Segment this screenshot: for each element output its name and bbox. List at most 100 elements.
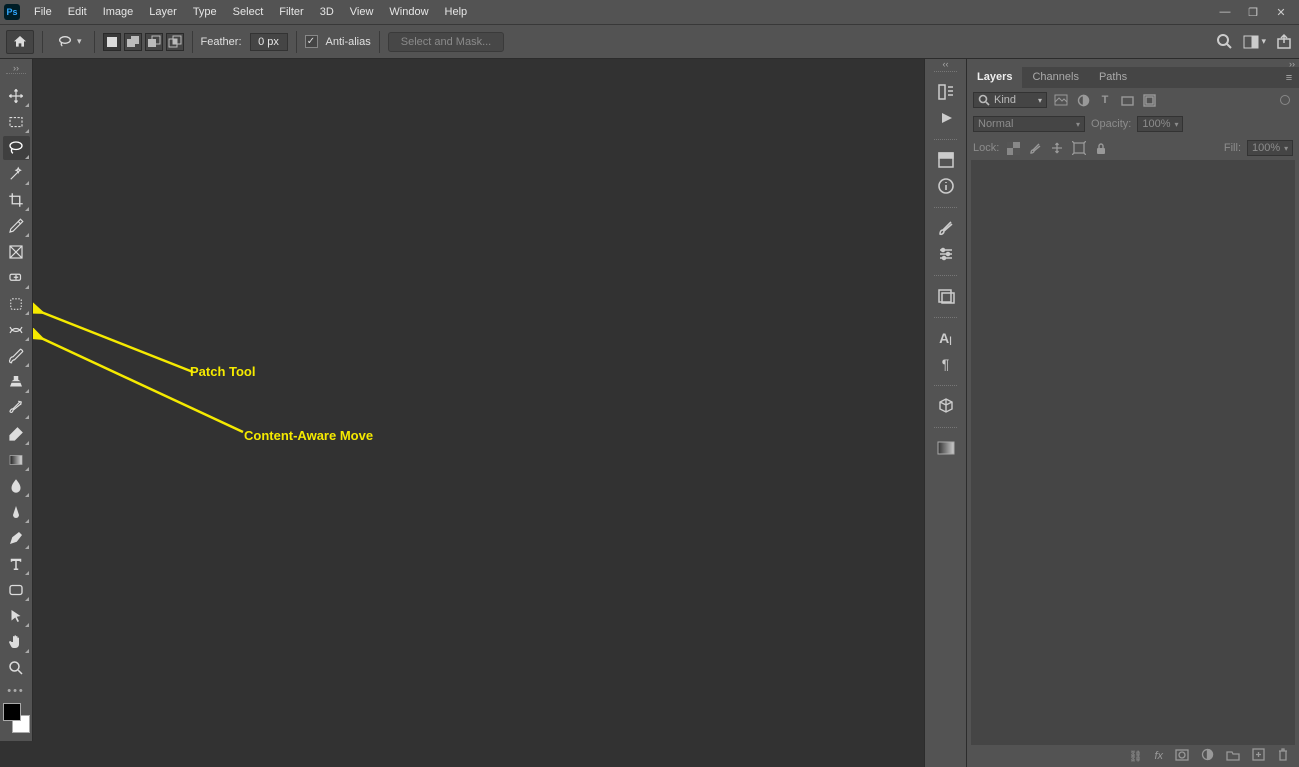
collapsed-panels-column: ‹‹ A| ¶: [924, 59, 967, 767]
shape-tool[interactable]: [3, 578, 30, 602]
history-panel-icon[interactable]: [928, 79, 964, 105]
menu-layer[interactable]: Layer: [141, 6, 185, 18]
add-selection-button[interactable]: [124, 33, 142, 51]
menu-edit[interactable]: Edit: [60, 6, 95, 18]
dock-collapse-right[interactable]: ››: [967, 59, 1299, 67]
info-panel-icon[interactable]: [928, 173, 964, 199]
home-button[interactable]: [6, 30, 34, 54]
intersect-selection-button[interactable]: [166, 33, 184, 51]
toolbox: ›› •••: [0, 59, 33, 741]
magic-wand-tool[interactable]: [3, 162, 30, 186]
character-panel-icon[interactable]: A|: [928, 325, 964, 351]
filter-smart-icon[interactable]: [1141, 92, 1157, 108]
opacity-input[interactable]: 100%▾: [1137, 116, 1183, 132]
subtract-selection-button[interactable]: [145, 33, 163, 51]
move-tool[interactable]: [3, 84, 30, 108]
panel-menu-button[interactable]: ≡: [1279, 67, 1299, 88]
foreground-color[interactable]: [3, 703, 21, 721]
brush-settings-panel-icon[interactable]: [928, 241, 964, 267]
delete-layer-icon[interactable]: [1277, 748, 1289, 764]
history-brush-tool[interactable]: [3, 396, 30, 420]
fill-input[interactable]: 100%▾: [1247, 140, 1293, 156]
filter-type-icon[interactable]: T: [1097, 92, 1113, 108]
menu-select[interactable]: Select: [225, 6, 272, 18]
clone-stamp-tool[interactable]: [3, 370, 30, 394]
swatches-panel-icon[interactable]: [928, 435, 964, 461]
gradient-tool[interactable]: [3, 448, 30, 472]
lock-position-icon[interactable]: [1049, 140, 1065, 156]
menu-image[interactable]: Image: [95, 6, 142, 18]
menu-file[interactable]: File: [26, 6, 60, 18]
healing-brush-tool[interactable]: [3, 266, 30, 290]
hand-tool[interactable]: [3, 630, 30, 654]
brush-tool[interactable]: [3, 344, 30, 368]
tab-channels[interactable]: Channels: [1022, 67, 1088, 88]
new-layer-icon[interactable]: [1252, 748, 1265, 764]
share-icon[interactable]: [1276, 33, 1293, 50]
tab-layers[interactable]: Layers: [967, 67, 1022, 88]
canvas-area[interactable]: [33, 59, 924, 767]
foreground-background-colors[interactable]: [3, 703, 30, 733]
antialias-checkbox[interactable]: ✓: [305, 35, 318, 48]
menu-bar: Ps File Edit Image Layer Type Select Fil…: [0, 0, 1299, 24]
feather-input[interactable]: [250, 33, 288, 51]
lasso-tool[interactable]: [3, 136, 30, 160]
select-and-mask-button[interactable]: Select and Mask...: [388, 32, 505, 52]
search-icon[interactable]: [1216, 33, 1233, 50]
add-mask-icon[interactable]: [1175, 749, 1189, 764]
properties-panel-icon[interactable]: [928, 147, 964, 173]
lock-artboard-icon[interactable]: [1071, 140, 1087, 156]
type-tool[interactable]: [3, 552, 30, 576]
lock-image-icon[interactable]: [1027, 140, 1043, 156]
menu-view[interactable]: View: [342, 6, 382, 18]
blur-tool[interactable]: [3, 474, 30, 498]
marquee-tool[interactable]: [3, 110, 30, 134]
layers-panel: ›› Layers Channels Paths ≡ Kind▾ T Norma…: [967, 59, 1299, 767]
link-layers-icon[interactable]: ⛓: [1128, 750, 1142, 763]
content-aware-move-tool[interactable]: [3, 318, 30, 342]
3d-panel-icon[interactable]: [928, 393, 964, 419]
pen-tool[interactable]: [3, 526, 30, 550]
add-adjustment-icon[interactable]: [1201, 748, 1214, 764]
new-group-icon[interactable]: [1226, 749, 1240, 764]
maximize-button[interactable]: ❐: [1239, 0, 1267, 24]
options-bar: ▾ Feather: ✓ Anti-alias Select and Mask.…: [0, 24, 1299, 59]
edit-toolbar-button[interactable]: •••: [7, 685, 25, 697]
lock-all-icon[interactable]: [1093, 140, 1109, 156]
eyedropper-tool[interactable]: [3, 214, 30, 238]
layer-filter-type[interactable]: Kind▾: [973, 92, 1047, 108]
patch-tool[interactable]: [3, 292, 30, 316]
layer-fx-icon[interactable]: fx: [1154, 750, 1163, 762]
blend-mode-select[interactable]: Normal▾: [973, 116, 1085, 132]
dodge-tool[interactable]: [3, 500, 30, 524]
filter-adjustment-icon[interactable]: [1075, 92, 1091, 108]
workspace-switcher[interactable]: ▾: [1243, 35, 1266, 49]
crop-tool[interactable]: [3, 188, 30, 212]
tool-preset-dropdown[interactable]: ▾: [51, 32, 86, 52]
dock-collapse-left[interactable]: ‹‹: [943, 59, 949, 67]
brushes-panel-icon[interactable]: [928, 215, 964, 241]
layers-list[interactable]: [971, 160, 1295, 745]
actions-panel-icon[interactable]: [928, 105, 964, 131]
minimize-button[interactable]: —: [1211, 0, 1239, 24]
frame-tool[interactable]: [3, 240, 30, 264]
new-selection-button[interactable]: [103, 33, 121, 51]
right-dock: ‹‹ A| ¶ ›› Layers Channels: [924, 59, 1299, 767]
paragraph-panel-icon[interactable]: ¶: [928, 351, 964, 377]
lock-transparency-icon[interactable]: [1005, 140, 1021, 156]
menu-help[interactable]: Help: [437, 6, 476, 18]
menu-window[interactable]: Window: [381, 6, 436, 18]
path-selection-tool[interactable]: [3, 604, 30, 628]
toolbox-expand[interactable]: ››: [0, 63, 32, 71]
filter-pixel-icon[interactable]: [1053, 92, 1069, 108]
filter-toggle[interactable]: [1277, 92, 1293, 108]
menu-filter[interactable]: Filter: [271, 6, 311, 18]
zoom-tool[interactable]: [3, 656, 30, 680]
close-button[interactable]: ✕: [1267, 0, 1295, 24]
menu-type[interactable]: Type: [185, 6, 225, 18]
menu-3d[interactable]: 3D: [312, 6, 342, 18]
tab-paths[interactable]: Paths: [1089, 67, 1137, 88]
eraser-tool[interactable]: [3, 422, 30, 446]
filter-shape-icon[interactable]: [1119, 92, 1135, 108]
libraries-panel-icon[interactable]: [928, 283, 964, 309]
